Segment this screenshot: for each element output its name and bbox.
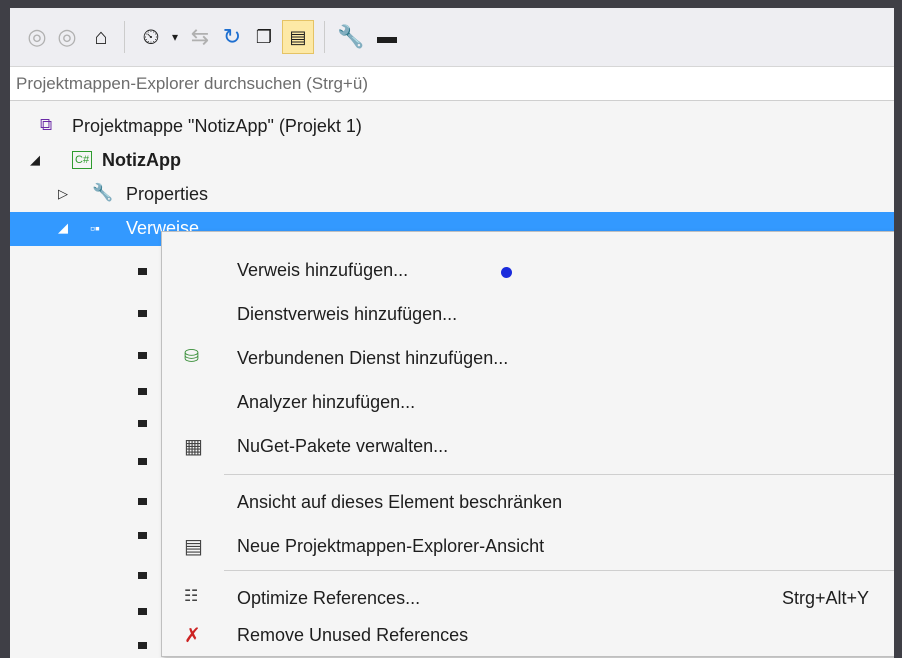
menu-item-add-reference[interactable]: Verweis hinzufügen... <box>162 250 894 291</box>
expanded-arrow-icon[interactable]: ◢ <box>30 152 40 168</box>
solution-explorer-window: ◎ ◎ ⌂ ⏲ ▾ ⇆ ↻ ❐ ▤ 🔧 ▬ Projektmappen-Expl… <box>10 8 894 658</box>
nuget-icon: ▦ <box>184 436 203 458</box>
collapse-all-icon[interactable]: ❐ <box>250 20 278 54</box>
csharp-project-icon: C# <box>72 151 93 169</box>
menu-item-label: Verweis hinzufügen... <box>237 260 409 280</box>
reference-bullet-icon <box>138 388 147 395</box>
project-label: NotizApp <box>102 150 181 170</box>
preview-icon[interactable]: ▬ <box>372 20 402 54</box>
show-all-files-icon[interactable]: ▤ <box>282 20 314 54</box>
connected-service-icon: ⛁ <box>184 346 200 366</box>
wrench-icon: 🔧 <box>92 183 114 202</box>
menu-item-manage-nuget[interactable]: ▦ NuGet-Pakete verwalten... <box>162 426 894 467</box>
pending-changes-icon[interactable]: ⏲ <box>136 20 166 54</box>
menu-item-label: NuGet-Pakete verwalten... <box>237 436 449 456</box>
menu-item-add-service-reference[interactable]: Dienstverweis hinzufügen... <box>162 294 894 335</box>
reference-bullet-icon <box>138 420 147 427</box>
sync-icon[interactable]: ⇆ <box>186 20 214 54</box>
expanded-arrow-icon[interactable]: ◢ <box>58 220 68 236</box>
menu-item-label: Verbundenen Dienst hinzufügen... <box>237 348 509 368</box>
collapsed-arrow-icon[interactable]: ▷ <box>58 186 68 202</box>
references-icon: ▫▪ <box>90 220 100 236</box>
menu-item-label: Optimize References... <box>237 588 421 608</box>
menu-item-label: Remove Unused References <box>237 625 469 645</box>
toolbar-separator <box>124 21 125 53</box>
reference-bullet-icon <box>138 532 147 539</box>
solution-label: Projektmappe "NotizApp" (Projekt 1) <box>72 116 362 136</box>
menu-item-remove-unused-references[interactable]: ✗ Remove Unused References <box>162 615 894 656</box>
menu-item-label: Dienstverweis hinzufügen... <box>237 304 458 324</box>
reference-bullet-icon <box>138 608 147 615</box>
tree-row-project[interactable]: ◢ C# NotizApp <box>10 144 894 178</box>
forward-icon[interactable]: ◎ <box>54 20 80 54</box>
dropdown-arrow-icon[interactable]: ▾ <box>168 20 182 54</box>
menu-item-label: Neue Projektmappen-Explorer-Ansicht <box>237 536 545 556</box>
menu-item-add-connected-service[interactable]: ⛁ Verbundenen Dienst hinzufügen... <box>162 338 894 379</box>
menu-separator <box>224 570 894 571</box>
reference-bullet-icon <box>138 498 147 505</box>
solution-explorer-toolbar: ◎ ◎ ⌂ ⏲ ▾ ⇆ ↻ ❐ ▤ 🔧 ▬ <box>10 8 894 67</box>
tree-row-solution[interactable]: ⧉ Projektmappe "NotizApp" (Projekt 1) <box>10 110 894 144</box>
reference-bullet-icon <box>138 572 147 579</box>
reference-bullet-icon <box>138 268 147 275</box>
remove-refs-icon: ✗ <box>184 625 201 647</box>
properties-wrench-icon[interactable]: 🔧 <box>336 20 366 54</box>
tree-row-properties[interactable]: ▷ 🔧 Properties <box>10 178 894 212</box>
reference-bullet-icon <box>138 458 147 465</box>
optimize-icon: ☷ <box>184 588 199 605</box>
context-menu: Verweis hinzufügen... Dienstverweis hinz… <box>161 231 894 657</box>
menu-item-new-solution-explorer-view[interactable]: ▤ Neue Projektmappen-Explorer-Ansicht <box>162 526 894 567</box>
new-view-icon: ▤ <box>184 536 203 558</box>
menu-item-optimize-references[interactable]: ☷ Optimize References... Strg+Alt+Y <box>162 578 894 619</box>
menu-item-scope-to-this[interactable]: Ansicht auf dieses Element beschränken <box>162 482 894 523</box>
cursor-indicator <box>501 267 512 278</box>
home-icon[interactable]: ⌂ <box>86 20 116 54</box>
solution-icon: ⧉ <box>40 115 53 134</box>
reference-bullet-icon <box>138 642 147 649</box>
menu-item-label: Ansicht auf dieses Element beschränken <box>237 492 563 512</box>
search-placeholder: Projektmappen-Explorer durchsuchen (Strg… <box>16 74 368 93</box>
menu-item-add-analyzer[interactable]: Analyzer hinzufügen... <box>162 382 894 423</box>
refresh-icon[interactable]: ↻ <box>218 20 246 54</box>
properties-label: Properties <box>126 184 209 204</box>
menu-item-shortcut: Strg+Alt+Y <box>781 588 869 608</box>
reference-bullet-icon <box>138 352 147 359</box>
search-box[interactable]: Projektmappen-Explorer durchsuchen (Strg… <box>10 67 894 101</box>
menu-separator <box>224 474 894 475</box>
toolbar-separator <box>324 21 325 53</box>
menu-item-label: Analyzer hinzufügen... <box>237 392 416 412</box>
reference-bullet-icon <box>138 310 147 317</box>
back-icon[interactable]: ◎ <box>24 20 50 54</box>
